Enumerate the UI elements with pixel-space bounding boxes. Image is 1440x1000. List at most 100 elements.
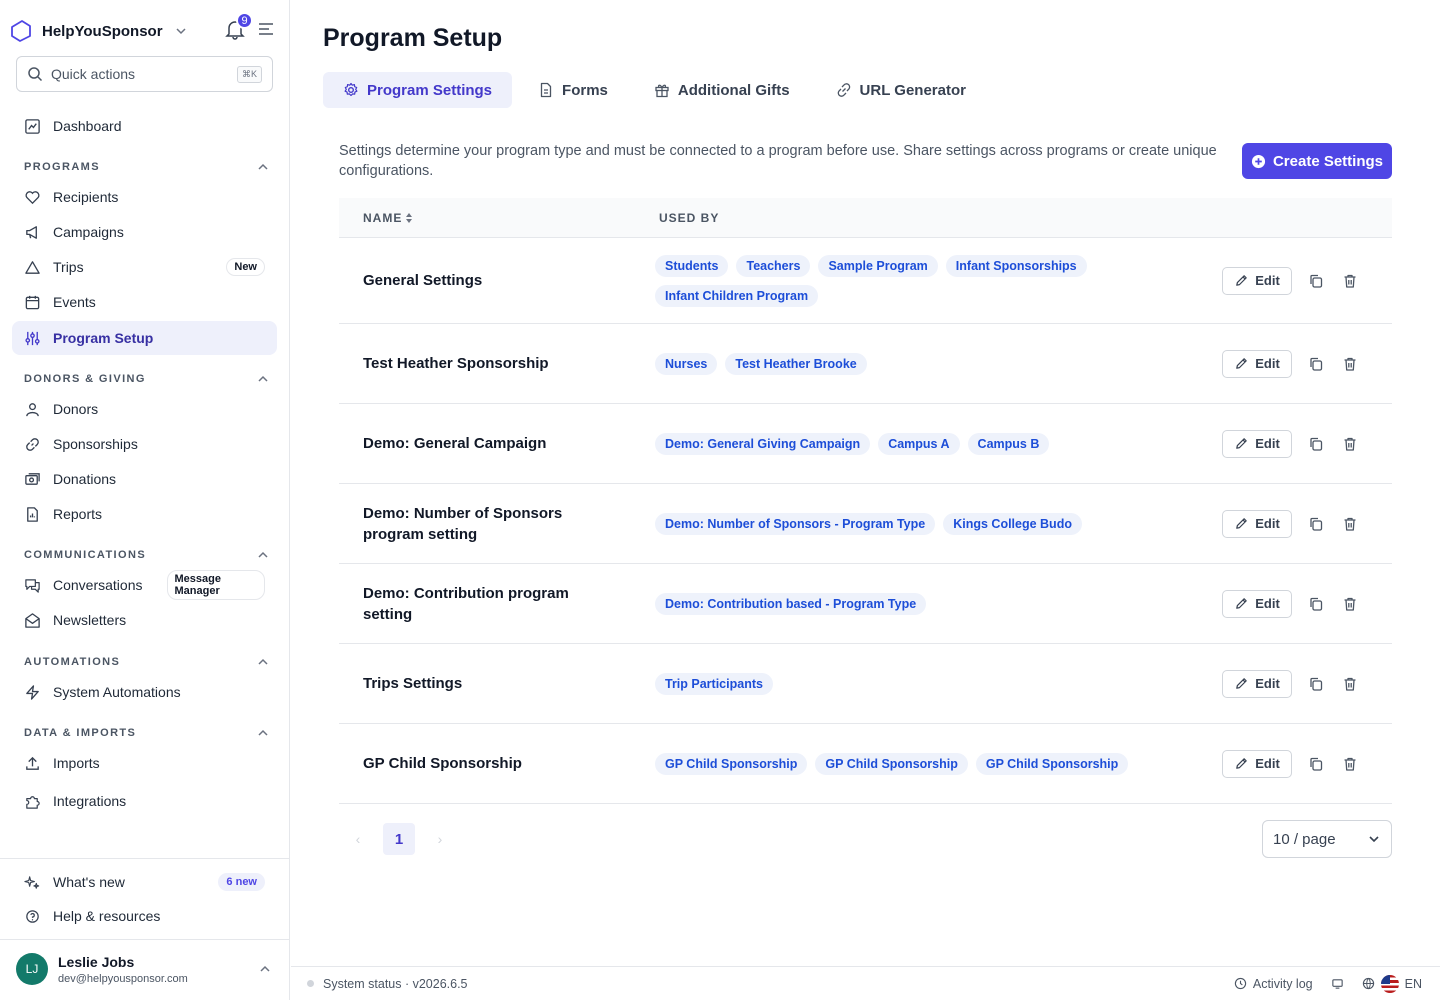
prev-page-button[interactable]: ‹ (351, 831, 365, 847)
trash-icon (1344, 517, 1356, 531)
chevron-up-icon (258, 375, 268, 382)
duplicate-button[interactable] (1306, 434, 1326, 454)
column-header-used-by: USED BY (659, 210, 720, 225)
sidebar-item-sponsorships[interactable]: Sponsorships (12, 427, 277, 461)
edit-button[interactable]: Edit (1222, 349, 1292, 378)
program-tag[interactable]: GP Child Sponsorship (815, 752, 968, 775)
program-tag[interactable]: GP Child Sponsorship (975, 752, 1129, 775)
edit-label: Edit (1255, 516, 1280, 531)
table-row: GP Child Sponsorship GP Child Sponsorship… (339, 724, 1392, 804)
used-by-tags: Demo: Contribution based - Program Type (635, 592, 1195, 615)
delete-button[interactable] (1340, 434, 1360, 454)
tab-url-generator[interactable]: URL Generator (816, 72, 986, 108)
sidebar-item-conversations[interactable]: Conversations Message Manager (12, 568, 277, 602)
section-header-communications[interactable]: COMMUNICATIONS (24, 547, 269, 563)
quick-actions-search[interactable]: Quick actions ⌘K (16, 56, 273, 92)
tab-additional-gifts[interactable]: Additional Gifts (634, 72, 810, 108)
tab-forms[interactable]: Forms (518, 72, 628, 108)
whats-new-link[interactable]: What's new 6 new (12, 865, 277, 899)
sidebar-item-label: Conversations (53, 577, 143, 593)
chevron-down-icon (1369, 836, 1379, 843)
program-tag[interactable]: Campus B (967, 432, 1050, 455)
org-switcher[interactable]: HelpYouSponsor (8, 16, 187, 46)
sidebar-item-dashboard[interactable]: Dashboard (12, 109, 277, 143)
program-tag[interactable]: Trip Participants (655, 672, 773, 695)
help-circle-icon (26, 909, 39, 923)
copy-icon (1310, 757, 1323, 771)
sidebar-item-donors[interactable]: Donors (12, 392, 277, 426)
edit-button[interactable]: Edit (1222, 266, 1292, 295)
program-tag[interactable]: Demo: General Giving Campaign (655, 432, 871, 455)
sort-icon (406, 212, 413, 223)
program-tag[interactable]: Teachers (736, 254, 811, 277)
section-header-automations[interactable]: AUTOMATIONS (24, 654, 269, 670)
sidebar-item-program-setup[interactable]: Program Setup (12, 321, 277, 355)
sidebar-item-newsletters[interactable]: Newsletters (12, 603, 277, 637)
used-by-tags: Demo: General Giving Campaign Campus A Cam… (635, 432, 1195, 455)
edit-button[interactable]: Edit (1222, 429, 1292, 458)
chat-icon (25, 578, 40, 593)
edit-button[interactable]: Edit (1222, 749, 1292, 778)
main-content: Program Setup Program Settings Forms Add… (291, 0, 1440, 966)
edit-button[interactable]: Edit (1222, 509, 1292, 538)
delete-button[interactable] (1340, 271, 1360, 291)
sidebar-item-reports[interactable]: Reports (12, 497, 277, 531)
user-menu[interactable]: LJ Leslie Jobs dev@helpyousponsor.com (16, 953, 188, 985)
table-row: Demo: Contribution program setting Demo: … (339, 564, 1392, 644)
sidebar-item-recipients[interactable]: Recipients (12, 180, 277, 214)
column-header-name[interactable]: NAME (339, 211, 635, 225)
program-tag[interactable]: GP Child Sponsorship (655, 752, 808, 775)
program-tag[interactable]: Sample Program (818, 254, 938, 277)
program-tag[interactable]: Students (655, 254, 729, 277)
sidebar-item-system-automations[interactable]: System Automations (12, 675, 277, 709)
display-settings-button[interactable] (1331, 977, 1344, 990)
duplicate-button[interactable] (1306, 354, 1326, 374)
section-header-programs[interactable]: PROGRAMS (24, 159, 269, 175)
duplicate-button[interactable] (1306, 271, 1326, 291)
section-title: DATA & IMPORTS (24, 727, 137, 739)
next-page-button[interactable]: › (433, 831, 447, 847)
sidebar-item-campaigns[interactable]: Campaigns (12, 215, 277, 249)
delete-button[interactable] (1340, 514, 1360, 534)
program-tag[interactable]: Nurses (655, 352, 718, 375)
section-header-data[interactable]: DATA & IMPORTS (24, 725, 269, 741)
edit-label: Edit (1255, 436, 1280, 451)
setting-name: Demo: Number of Sponsors program setting (363, 504, 563, 543)
program-tag[interactable]: Test Heather Brooke (725, 352, 867, 375)
program-tag[interactable]: Infant Children Program (655, 284, 819, 307)
activity-log-link[interactable]: Activity log (1234, 977, 1313, 991)
sidebar-item-imports[interactable]: Imports (12, 746, 277, 780)
section-header-donors[interactable]: DONORS & GIVING (24, 371, 269, 387)
sidebar-item-donations[interactable]: Donations (12, 462, 277, 496)
program-tag[interactable]: Kings College Budo (943, 512, 1082, 535)
delete-button[interactable] (1340, 754, 1360, 774)
menu-collapse-icon[interactable] (257, 20, 275, 38)
edit-button[interactable]: Edit (1222, 669, 1292, 698)
system-status[interactable]: System status · v2026.6.5 (323, 977, 468, 991)
duplicate-button[interactable] (1306, 674, 1326, 694)
chevron-up-icon[interactable] (258, 962, 272, 976)
sidebar-item-events[interactable]: Events (12, 285, 277, 319)
program-tag[interactable]: Demo: Contribution based - Program Type (655, 592, 927, 615)
program-tag[interactable]: Campus A (878, 432, 960, 455)
duplicate-button[interactable] (1306, 754, 1326, 774)
language-selector[interactable]: EN (1362, 974, 1422, 993)
delete-button[interactable] (1340, 354, 1360, 374)
sidebar-item-integrations[interactable]: Integrations (12, 784, 277, 818)
page-size-select[interactable]: 10 / page (1262, 820, 1392, 858)
sidebar-item-trips[interactable]: Trips New (12, 250, 277, 284)
edit-button[interactable]: Edit (1222, 589, 1292, 618)
help-resources-link[interactable]: Help & resources (12, 899, 277, 933)
program-tag[interactable]: Infant Sponsorships (945, 254, 1087, 277)
tab-program-settings[interactable]: Program Settings (323, 72, 513, 108)
duplicate-button[interactable] (1306, 514, 1326, 534)
bolt-icon (26, 684, 39, 700)
page-number-current[interactable]: 1 (383, 823, 415, 855)
create-settings-button[interactable]: Create Settings (1242, 143, 1392, 179)
quick-actions-placeholder: Quick actions (51, 66, 136, 82)
duplicate-button[interactable] (1306, 594, 1326, 614)
copy-icon (1310, 437, 1323, 451)
delete-button[interactable] (1340, 594, 1360, 614)
delete-button[interactable] (1340, 674, 1360, 694)
program-tag[interactable]: Demo: Number of Sponsors - Program Type (655, 512, 936, 535)
